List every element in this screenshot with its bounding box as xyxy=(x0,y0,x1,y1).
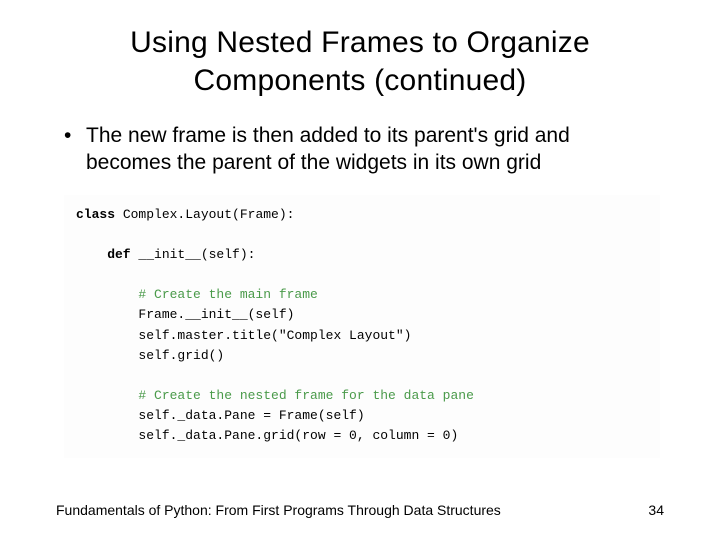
code-text: __init__(self): xyxy=(131,247,256,262)
code-keyword: def xyxy=(76,247,131,262)
code-comment: # Create the nested frame for the data p… xyxy=(76,388,474,403)
code-text: self._data.Pane = Frame(self) xyxy=(76,408,365,423)
code-pre: class Complex.Layout(Frame): def __init_… xyxy=(76,205,648,447)
code-snippet: class Complex.Layout(Frame): def __init_… xyxy=(64,195,660,459)
code-comment: # Create the main frame xyxy=(76,287,318,302)
page-number: 34 xyxy=(648,502,664,518)
code-text: self.master.title("Complex Layout") xyxy=(76,328,411,343)
footer: Fundamentals of Python: From First Progr… xyxy=(56,502,664,518)
footer-text: Fundamentals of Python: From First Progr… xyxy=(56,502,501,518)
slide: Using Nested Frames to Organize Componen… xyxy=(0,0,720,540)
code-text: self._data.Pane.grid(row = 0, column = 0… xyxy=(76,428,458,443)
bullet-item: The new frame is then added to its paren… xyxy=(60,123,660,177)
code-keyword: class xyxy=(76,207,115,222)
bullet-list: The new frame is then added to its paren… xyxy=(56,123,664,177)
code-text: Complex.Layout(Frame): xyxy=(115,207,294,222)
slide-title: Using Nested Frames to Organize Componen… xyxy=(56,24,664,99)
code-text: self.grid() xyxy=(76,348,224,363)
code-text: Frame.__init__(self) xyxy=(76,307,294,322)
